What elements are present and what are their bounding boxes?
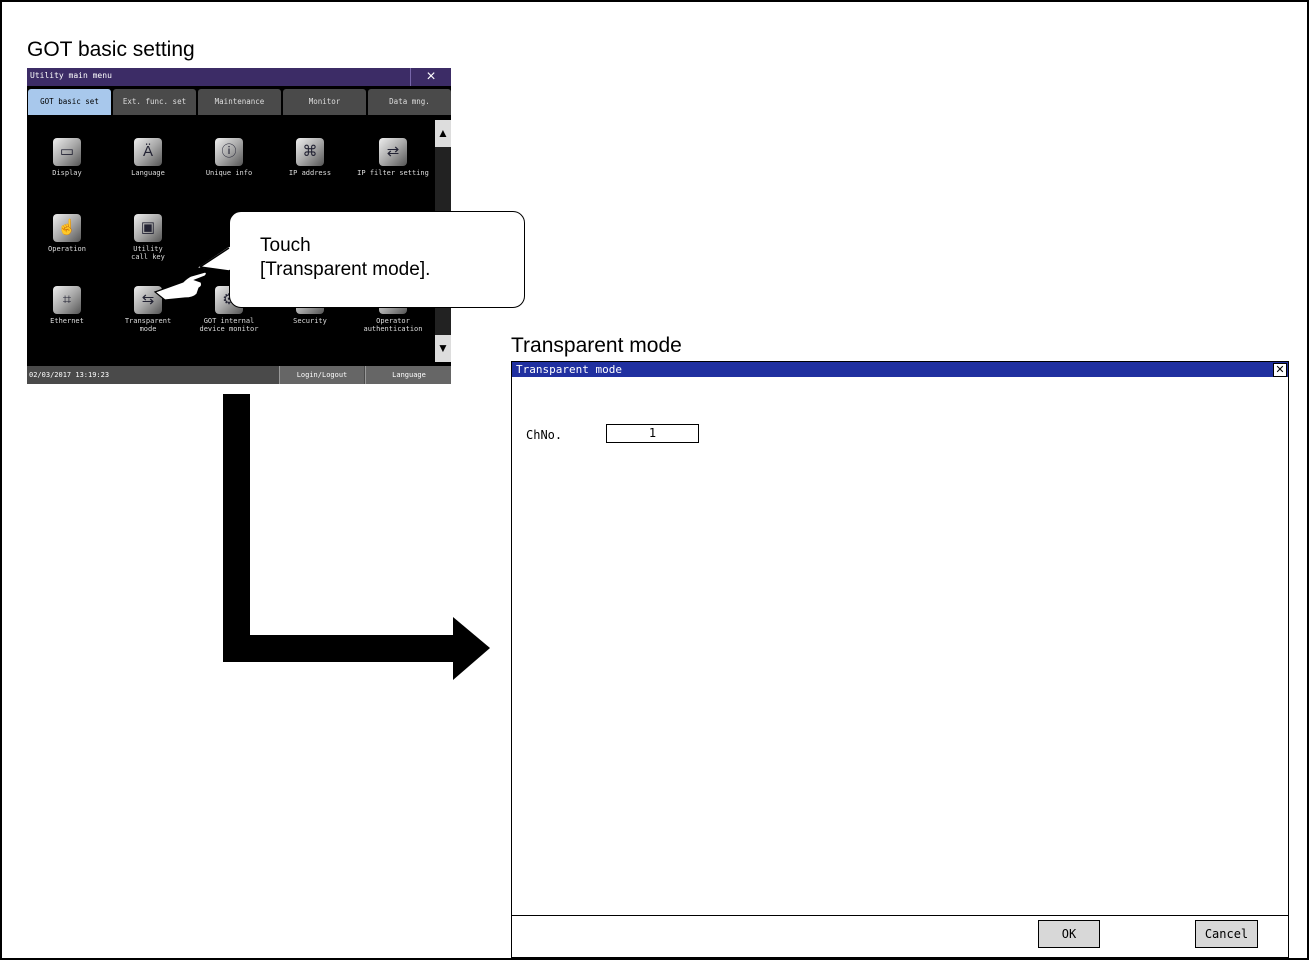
ch-no-label: ChNo. <box>526 428 563 442</box>
close-icon[interactable]: ✕ <box>1273 363 1287 377</box>
transparent-mode-window: Transparent mode ✕ ChNo. 1 OK Cancel <box>511 361 1289 958</box>
ok-button[interactable]: OK <box>1038 920 1100 948</box>
ch-no-input[interactable]: 1 <box>606 424 699 443</box>
window-title: Transparent mode <box>516 363 622 376</box>
window-title-bar: Transparent mode ✕ <box>512 362 1288 377</box>
window-divider <box>512 915 1288 916</box>
cancel-button[interactable]: Cancel <box>1195 920 1258 948</box>
